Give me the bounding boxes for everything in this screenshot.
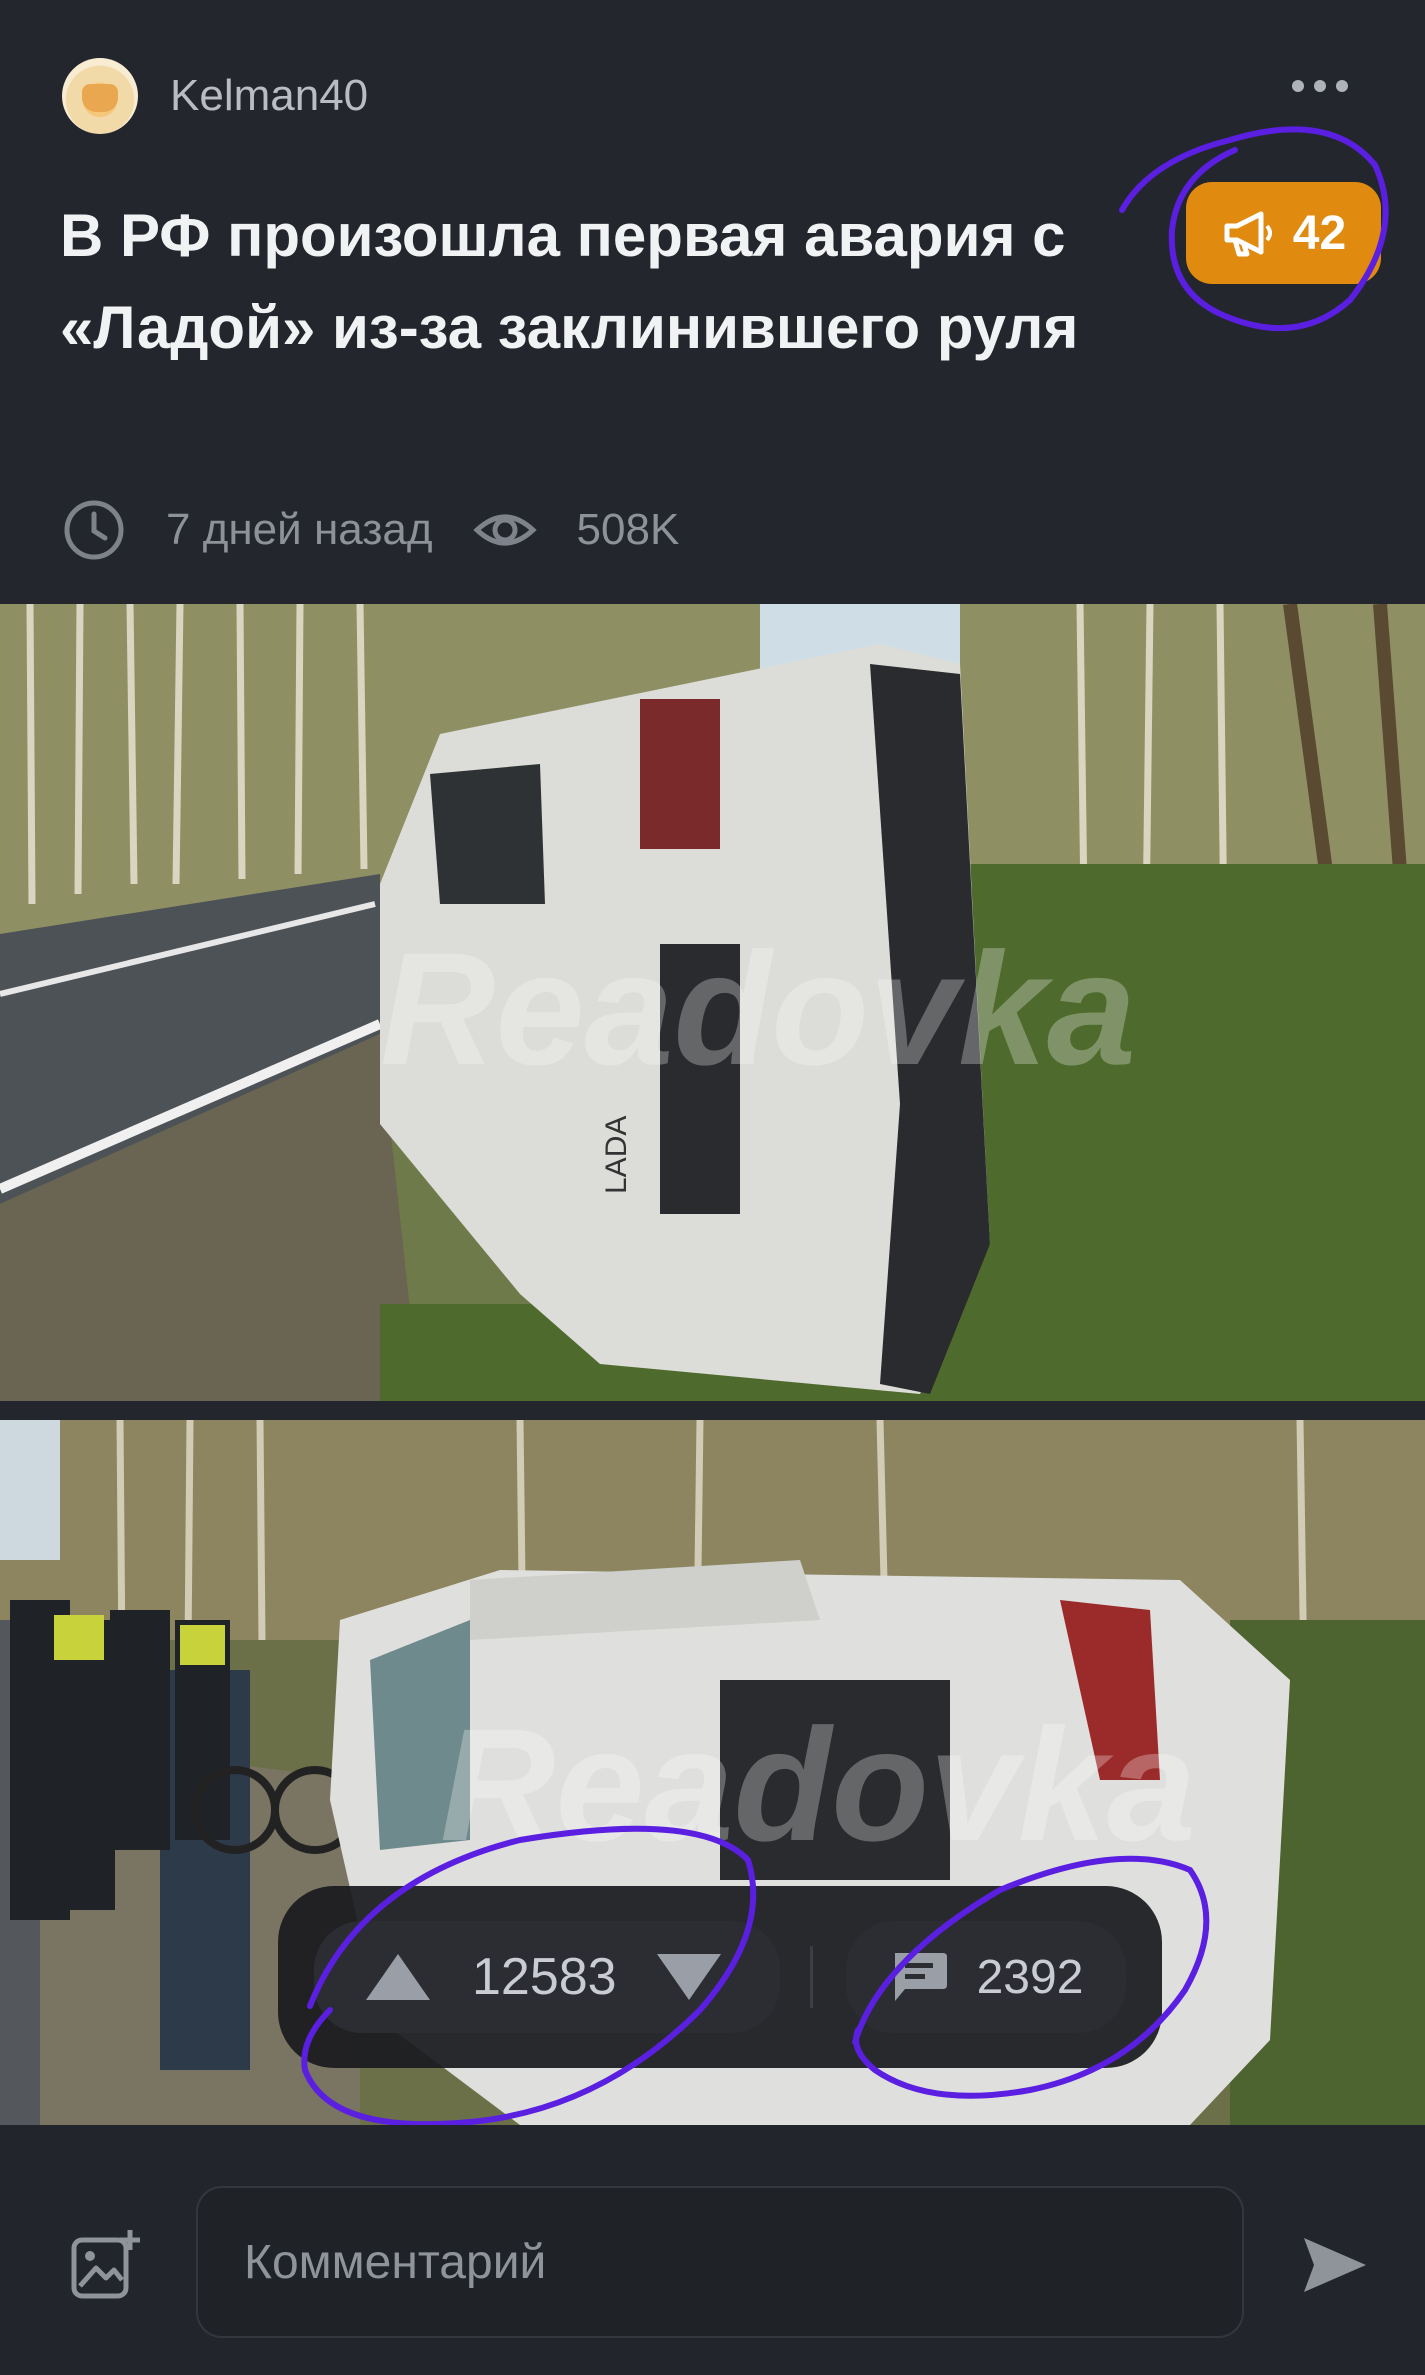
attach-image-icon[interactable] — [70, 2228, 144, 2302]
svg-text:Readovka: Readovka — [380, 919, 1136, 1098]
promo-badge[interactable]: 42 — [1186, 182, 1381, 284]
actions-divider — [810, 1946, 813, 2008]
eye-icon — [472, 514, 537, 546]
post-card: Kelman40 В РФ произошла первая авария с … — [0, 0, 1425, 2125]
svg-text:Readovka: Readovka — [440, 1695, 1196, 1874]
view-count: 508K — [576, 505, 680, 554]
vote-control: 12583 — [314, 1921, 780, 2033]
comment-input[interactable] — [196, 2186, 1244, 2338]
time-ago: 7 дней назад — [166, 505, 433, 554]
avatar[interactable] — [62, 58, 138, 134]
post-actions-bar: 12583 2392 — [278, 1886, 1162, 2068]
comment-count: 2392 — [976, 1950, 1084, 2004]
badge-count: 42 — [1292, 206, 1347, 260]
author-row[interactable]: Kelman40 — [62, 58, 368, 134]
author-name[interactable]: Kelman40 — [170, 71, 368, 121]
upvote-icon[interactable] — [366, 1954, 430, 2000]
clock-icon — [64, 500, 124, 560]
vote-count: 12583 — [472, 1948, 617, 2006]
downvote-icon[interactable] — [656, 1954, 721, 2000]
megaphone-icon — [1224, 211, 1272, 257]
comments-button[interactable]: 2392 — [846, 1921, 1126, 2033]
send-icon[interactable] — [1300, 2232, 1370, 2298]
photo-overturned-car-1[interactable]: LADA Readovka — [0, 604, 1425, 1401]
more-options-icon[interactable] — [1292, 80, 1348, 92]
post-title[interactable]: В РФ произошла первая авария с «Ладой» и… — [60, 190, 1140, 374]
comment-icon — [894, 1953, 947, 2001]
svg-text:LADA: LADA — [600, 1116, 633, 1194]
post-meta: 7 дней назад 508K — [62, 498, 679, 562]
